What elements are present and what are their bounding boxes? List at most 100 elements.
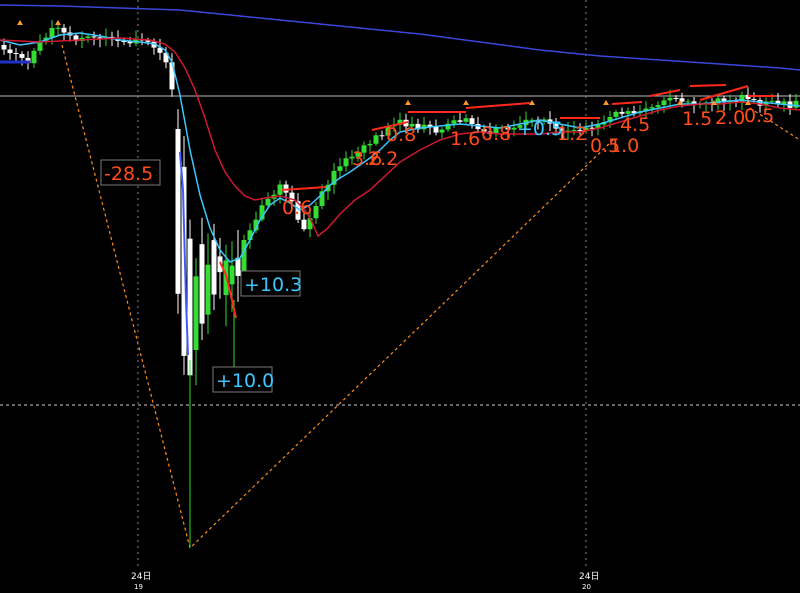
candle	[373, 132, 379, 146]
annotation-label: 0.8	[481, 123, 511, 145]
candles	[1, 20, 799, 548]
candle	[175, 109, 181, 314]
candle-body	[211, 240, 217, 295]
candle-body	[793, 100, 799, 108]
candle-body	[769, 100, 775, 102]
time-axis-label: 24日	[579, 571, 599, 582]
candle	[199, 217, 205, 340]
candle-body	[61, 27, 67, 33]
candle-body	[1, 45, 7, 50]
candlestick-chart: -28.5+10.3+10.03.62.20.60.8 1.6 0.8 +0.51.2…	[0, 0, 800, 591]
candle-body	[613, 111, 619, 117]
candle-body	[31, 50, 37, 64]
arrow-marker	[405, 100, 411, 105]
annotation-label: 0.8	[386, 124, 416, 146]
candle	[193, 258, 199, 386]
candle-body	[457, 120, 463, 122]
candle-body	[85, 36, 91, 38]
annotation-label: 2.2	[368, 148, 398, 170]
swing-step	[465, 102, 531, 109]
candle	[439, 127, 445, 139]
candle	[469, 115, 475, 129]
annotation-label: +10.3	[244, 274, 302, 296]
candle-body	[433, 126, 439, 133]
level-lines	[0, 0, 800, 570]
candle	[37, 34, 43, 55]
candle	[775, 93, 781, 108]
arrow-marker	[17, 20, 23, 25]
candle-body	[313, 206, 319, 219]
candle	[313, 202, 319, 224]
candle	[331, 163, 337, 194]
candle-body	[379, 135, 385, 137]
candle-body	[649, 107, 655, 109]
candle-body	[301, 219, 307, 230]
candle	[337, 157, 343, 178]
arrow-marker	[463, 100, 469, 105]
candle	[145, 37, 151, 46]
candle	[451, 115, 457, 129]
candle-body	[661, 100, 667, 106]
candle	[415, 118, 421, 133]
candle	[343, 151, 349, 172]
annotation-label: 1.2	[557, 123, 587, 145]
candle	[25, 51, 31, 70]
annotation-label: 4.5	[620, 114, 650, 136]
candle-body	[373, 135, 379, 144]
candle-body	[511, 127, 517, 130]
candle-body	[283, 184, 289, 193]
annotation-label: 1.6	[450, 128, 480, 150]
candle	[13, 48, 19, 63]
candle-body	[193, 276, 199, 350]
annotation-label: 2.0	[715, 107, 745, 129]
candle-body	[49, 28, 55, 38]
chart-root: -28.5 +10.3 +10.0 3.6 2.2 0.6 0.8 1.6 0.8 +0.5 1.2…	[0, 0, 800, 593]
candle-body	[439, 129, 445, 133]
arrow-marker	[55, 20, 61, 25]
candle	[73, 32, 79, 46]
annotation-label: +10.0	[216, 370, 274, 392]
candle	[7, 44, 13, 60]
candle-body	[229, 265, 235, 285]
candle-body	[277, 184, 283, 195]
candle	[379, 130, 385, 141]
candle-body	[751, 99, 757, 100]
time-axis-label: 24日	[131, 571, 151, 582]
candle-body	[337, 166, 343, 171]
annotation-label: 1.0	[609, 135, 639, 157]
candle-body	[343, 158, 349, 167]
candle	[661, 97, 667, 113]
candle-body	[7, 49, 13, 54]
time-axis-sublabel: 19	[134, 583, 143, 591]
annotation-label: 0.6	[282, 197, 312, 219]
candle-body	[13, 53, 19, 54]
annotation-label: 1.5	[682, 108, 712, 130]
candle	[31, 48, 37, 68]
candle	[253, 211, 259, 233]
time-axis-sublabel: 20	[582, 583, 591, 591]
annotation-label: -28.5	[104, 163, 153, 185]
candle-body	[91, 36, 97, 38]
candle-body	[667, 97, 673, 101]
candle-body	[205, 264, 211, 315]
candle-body	[463, 118, 469, 122]
candle-body	[367, 143, 373, 146]
candle-body	[199, 244, 205, 324]
candle-body	[451, 120, 457, 124]
candle	[463, 114, 469, 124]
candle	[433, 119, 439, 136]
candle-body	[655, 105, 661, 108]
swing-step	[611, 101, 643, 105]
swing-markers	[17, 20, 775, 356]
candle-body	[55, 27, 61, 29]
swing-step	[281, 186, 327, 191]
candle	[205, 233, 211, 334]
candle	[61, 23, 67, 42]
candle-body	[19, 54, 25, 58]
candle-body	[685, 101, 691, 103]
candle	[91, 31, 97, 46]
candle	[421, 116, 427, 133]
annotation-label: 0.5	[744, 105, 774, 127]
arrow-marker	[603, 100, 609, 105]
candle-body	[235, 257, 241, 276]
